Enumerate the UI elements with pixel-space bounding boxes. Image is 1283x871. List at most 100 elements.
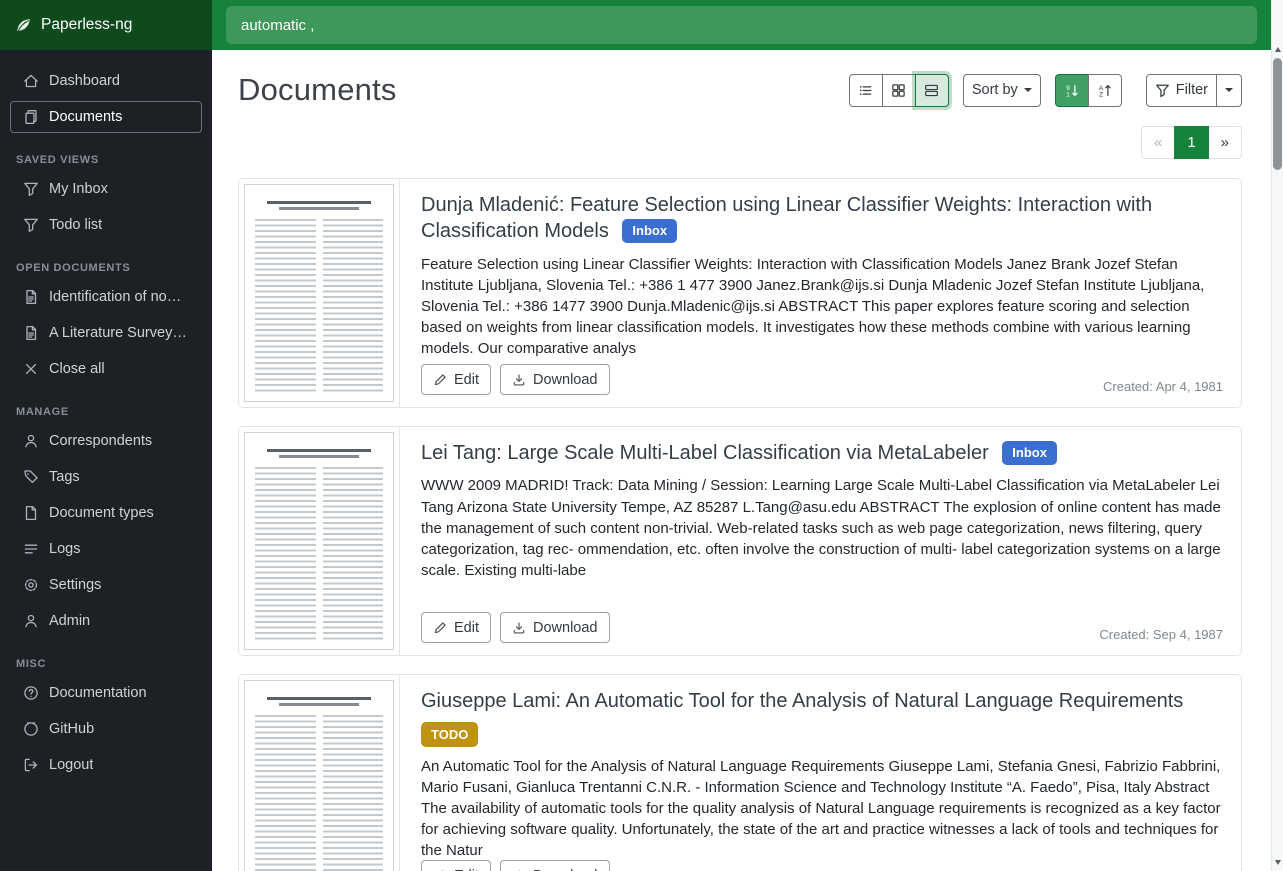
thumbnail-text-lines xyxy=(255,467,316,641)
view-list-button[interactable] xyxy=(849,74,883,107)
document-preview-image xyxy=(244,680,394,871)
sidebar-item-logs[interactable]: Logs xyxy=(10,533,202,565)
tag-badge-inbox[interactable]: Inbox xyxy=(1002,441,1057,465)
house-icon xyxy=(23,73,39,89)
tag-badge-todo[interactable]: TODO xyxy=(421,722,478,746)
sort-descending-button[interactable] xyxy=(1055,74,1089,107)
filter-dropdown-toggle[interactable] xyxy=(1216,74,1242,107)
sidebar-item-github[interactable]: GitHub xyxy=(10,713,202,745)
sidebar-item-admin[interactable]: Admin xyxy=(10,605,202,637)
sidebar-item-todo-list[interactable]: Todo list xyxy=(10,209,202,241)
sort-numeric-down-icon xyxy=(1064,83,1079,98)
sidebar-section-saved-views: SAVED VIEWS xyxy=(16,154,196,166)
tag-badge-inbox[interactable]: Inbox xyxy=(622,219,677,243)
thumbnail-text-columns xyxy=(255,467,383,641)
funnel-icon xyxy=(23,217,39,233)
sidebar-item-label: Tags xyxy=(49,469,80,485)
edit-button[interactable]: Edit xyxy=(421,364,491,395)
thumbnail-title-line xyxy=(267,697,371,700)
sidebar-item-document-types[interactable]: Document types xyxy=(10,497,202,529)
funnel-icon xyxy=(23,181,39,197)
view-details-button[interactable] xyxy=(915,74,949,107)
filter-button[interactable]: Filter xyxy=(1146,74,1217,107)
sidebar-section-manage: MANAGE xyxy=(16,406,196,418)
sidebar-item-label: Settings xyxy=(49,577,101,593)
download-label: Download xyxy=(533,620,598,636)
sidebar-item-open-document-1[interactable]: Identification of non-fu… xyxy=(10,281,202,313)
thumbnail-text-lines xyxy=(323,715,384,871)
sidebar-item-settings[interactable]: Settings xyxy=(10,569,202,601)
sidebar-item-correspondents[interactable]: Correspondents xyxy=(10,425,202,457)
gear-icon xyxy=(23,577,39,593)
sidebar-nav: Dashboard Documents SAVED VIEWS My Inbox… xyxy=(0,50,212,781)
sidebar-item-label: Identification of non-fu… xyxy=(49,289,189,305)
sidebar: Paperless-ng Dashboard Documents SAVED V… xyxy=(0,0,212,871)
sidebar-item-label: Close all xyxy=(49,361,105,377)
sidebar-item-label: Documentation xyxy=(49,685,147,701)
download-button[interactable]: Download xyxy=(500,612,610,643)
view-grid-button[interactable] xyxy=(882,74,916,107)
thumbnail-title-line xyxy=(267,201,371,204)
sidebar-item-tags[interactable]: Tags xyxy=(10,461,202,493)
download-label: Download xyxy=(533,868,598,871)
document-title: Giuseppe Lami: An Automatic Tool for the… xyxy=(421,690,1183,712)
thumbnail-title-line xyxy=(267,449,371,452)
pagination-page-1-button[interactable]: 1 xyxy=(1174,126,1208,159)
document-thumbnail[interactable] xyxy=(239,427,400,655)
filter-group: Filter xyxy=(1146,74,1242,107)
scrollbar-up-arrow-icon[interactable] xyxy=(1272,42,1283,56)
sidebar-item-label: GitHub xyxy=(49,721,94,737)
edit-label: Edit xyxy=(454,372,479,388)
list-view-icon xyxy=(858,83,873,98)
sidebar-item-documentation[interactable]: Documentation xyxy=(10,677,202,709)
sidebar-item-my-inbox[interactable]: My Inbox xyxy=(10,173,202,205)
sidebar-item-logout[interactable]: Logout xyxy=(10,749,202,781)
global-search-input[interactable] xyxy=(226,6,1257,44)
document-thumbnail[interactable] xyxy=(239,675,400,871)
sidebar-item-dashboard[interactable]: Dashboard xyxy=(10,65,202,97)
scrollbar-down-arrow-icon[interactable] xyxy=(1272,855,1283,869)
pagination-next-button[interactable]: » xyxy=(1208,126,1242,159)
sidebar-item-close-all[interactable]: Close all xyxy=(10,353,202,385)
document-excerpt: An Automatic Tool for the Analysis of Na… xyxy=(421,756,1223,860)
document-title-link[interactable]: Dunja Mladenić: Feature Selection using … xyxy=(421,192,1223,245)
sidebar-item-label: Admin xyxy=(49,613,90,629)
caret-down-icon xyxy=(1024,88,1032,92)
edit-button[interactable]: Edit xyxy=(421,860,491,871)
grid-view-icon xyxy=(891,83,906,98)
sidebar-item-label: Logs xyxy=(49,541,80,557)
document-title-link[interactable]: Lei Tang: Large Scale Multi-Label Classi… xyxy=(421,440,1223,466)
download-button[interactable]: Download xyxy=(500,364,610,395)
leaf-logo-icon xyxy=(15,17,32,34)
sort-by-dropdown[interactable]: Sort by xyxy=(963,74,1041,107)
document-card-body: Lei Tang: Large Scale Multi-Label Classi… xyxy=(400,427,1241,655)
edit-button[interactable]: Edit xyxy=(421,612,491,643)
scrollbar[interactable] xyxy=(1271,0,1283,871)
scrollbar-thumb[interactable] xyxy=(1273,58,1282,170)
sidebar-section-misc: MISC xyxy=(16,658,196,670)
edit-label: Edit xyxy=(454,620,479,636)
document-title: Lei Tang: Large Scale Multi-Label Classi… xyxy=(421,442,989,464)
sort-alphabetical-button[interactable] xyxy=(1088,74,1122,107)
funnel-icon xyxy=(1155,83,1170,98)
document-preview-image xyxy=(244,432,394,650)
page-header: Documents Sort by Filter xyxy=(238,72,1242,108)
download-label: Download xyxy=(533,372,598,388)
pagination-previous-button[interactable]: « xyxy=(1141,126,1175,159)
filter-label: Filter xyxy=(1176,82,1208,98)
details-view-icon xyxy=(924,83,939,98)
sidebar-item-label: Dashboard xyxy=(49,73,120,89)
document-thumbnail[interactable] xyxy=(239,179,400,407)
download-button[interactable]: Download xyxy=(500,860,610,871)
app-name: Paperless-ng xyxy=(41,16,132,34)
sidebar-item-label: Todo list xyxy=(49,217,102,233)
file-text-icon xyxy=(23,325,39,341)
thumbnail-subtitle-line xyxy=(279,207,359,210)
list-lines-icon xyxy=(23,541,39,557)
app-logo[interactable]: Paperless-ng xyxy=(0,0,212,50)
sidebar-item-open-document-2[interactable]: A Literature Survey on … xyxy=(10,317,202,349)
caret-down-icon xyxy=(1225,88,1233,92)
document-title-link[interactable]: Giuseppe Lami: An Automatic Tool for the… xyxy=(421,688,1223,747)
sidebar-item-documents[interactable]: Documents xyxy=(10,101,202,133)
person-icon xyxy=(23,613,39,629)
